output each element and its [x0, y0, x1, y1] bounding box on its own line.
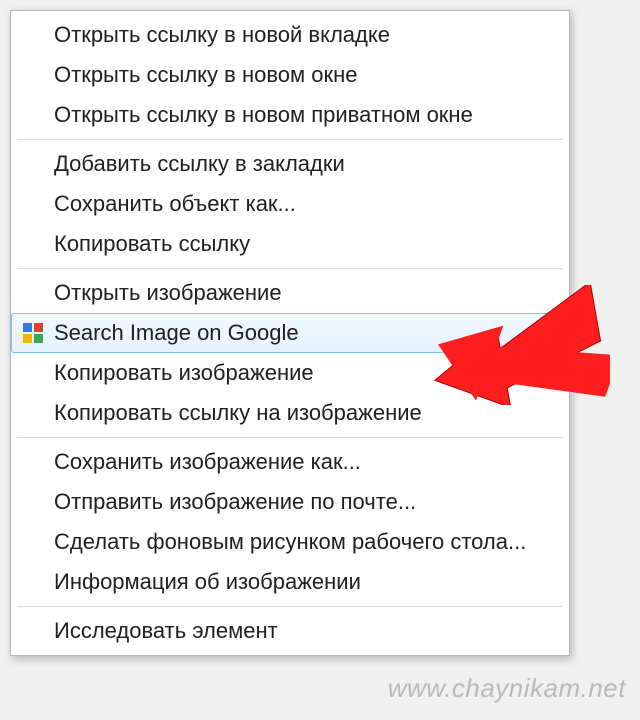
empty-icon — [18, 618, 48, 644]
menu-item-inspect-element[interactable]: Исследовать элемент — [11, 611, 569, 651]
menu-item-image-info[interactable]: Информация об изображении — [11, 562, 569, 602]
menu-item-label: Копировать ссылку — [54, 231, 550, 257]
menu-item-label: Сделать фоновым рисунком рабочего стола.… — [54, 529, 550, 555]
menu-item-label: Открыть изображение — [54, 280, 550, 306]
empty-icon — [18, 449, 48, 475]
menu-item-save-link-as[interactable]: Сохранить объект как... — [11, 184, 569, 224]
menu-separator — [17, 139, 563, 140]
menu-item-save-image-as[interactable]: Сохранить изображение как... — [11, 442, 569, 482]
menu-separator — [17, 437, 563, 438]
menu-item-label: Копировать ссылку на изображение — [54, 400, 550, 426]
menu-item-open-image[interactable]: Открыть изображение — [11, 273, 569, 313]
google-icon — [18, 320, 48, 346]
menu-item-set-as-wallpaper[interactable]: Сделать фоновым рисунком рабочего стола.… — [11, 522, 569, 562]
menu-item-label: Открыть ссылку в новой вкладке — [54, 22, 550, 48]
menu-item-label: Сохранить изображение как... — [54, 449, 550, 475]
menu-item-label: Search Image on Google — [54, 320, 550, 346]
menu-item-search-image-google[interactable]: Search Image on Google — [11, 313, 569, 353]
empty-icon — [18, 102, 48, 128]
menu-item-label: Информация об изображении — [54, 569, 550, 595]
empty-icon — [18, 529, 48, 555]
menu-separator — [17, 606, 563, 607]
empty-icon — [18, 489, 48, 515]
empty-icon — [18, 280, 48, 306]
empty-icon — [18, 400, 48, 426]
empty-icon — [18, 62, 48, 88]
menu-separator — [17, 268, 563, 269]
menu-item-bookmark-link[interactable]: Добавить ссылку в закладки — [11, 144, 569, 184]
menu-item-label: Сохранить объект как... — [54, 191, 550, 217]
menu-item-copy-link[interactable]: Копировать ссылку — [11, 224, 569, 264]
empty-icon — [18, 151, 48, 177]
menu-item-label: Добавить ссылку в закладки — [54, 151, 550, 177]
menu-item-email-image[interactable]: Отправить изображение по почте... — [11, 482, 569, 522]
empty-icon — [18, 22, 48, 48]
empty-icon — [18, 231, 48, 257]
menu-item-label: Исследовать элемент — [54, 618, 550, 644]
empty-icon — [18, 191, 48, 217]
menu-item-label: Открыть ссылку в новом окне — [54, 62, 550, 88]
menu-item-copy-image[interactable]: Копировать изображение — [11, 353, 569, 393]
menu-item-open-link-new-window[interactable]: Открыть ссылку в новом окне — [11, 55, 569, 95]
watermark-text: www.chaynikam.net — [388, 673, 626, 704]
menu-item-label: Отправить изображение по почте... — [54, 489, 550, 515]
empty-icon — [18, 569, 48, 595]
empty-icon — [18, 360, 48, 386]
menu-item-copy-image-link[interactable]: Копировать ссылку на изображение — [11, 393, 569, 433]
menu-item-label: Открыть ссылку в новом приватном окне — [54, 102, 550, 128]
menu-item-open-link-new-tab[interactable]: Открыть ссылку в новой вкладке — [11, 15, 569, 55]
menu-item-open-link-private[interactable]: Открыть ссылку в новом приватном окне — [11, 95, 569, 135]
menu-item-label: Копировать изображение — [54, 360, 550, 386]
context-menu: Открыть ссылку в новой вкладке Открыть с… — [10, 10, 570, 656]
